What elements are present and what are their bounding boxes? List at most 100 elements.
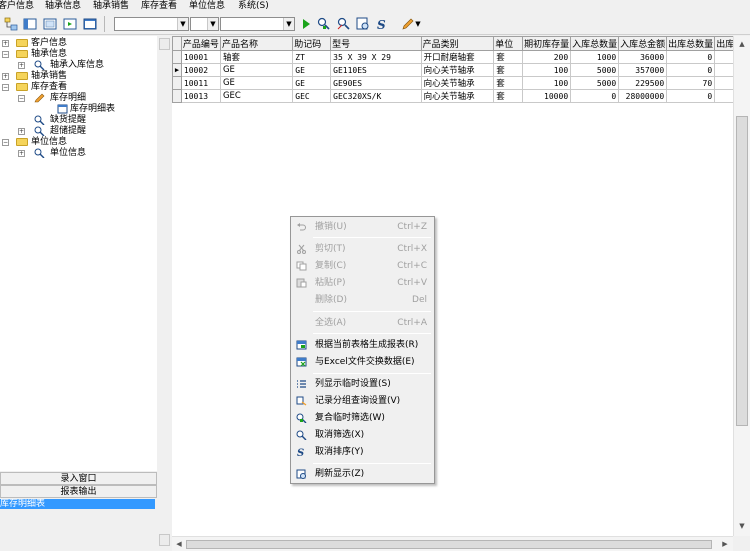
column-header[interactable]: 助记码: [292, 36, 332, 51]
scroll-left-arrow-icon[interactable]: ◀: [173, 538, 185, 550]
table-cell[interactable]: GE: [292, 63, 332, 77]
column-header[interactable]: 出库总数量: [666, 36, 716, 51]
menu-item-cancel-sort[interactable]: S 取消排序(Y): [293, 444, 433, 460]
table-cell[interactable]: 10011: [180, 76, 221, 90]
table-cell[interactable]: 5000: [570, 63, 620, 77]
column-header[interactable]: 产品名称: [219, 36, 294, 51]
table-row[interactable]: 10013 GEC GEC GEC320XS/K 向心关节轴承 套 10000 …: [172, 89, 750, 103]
table-cell[interactable]: 套: [493, 76, 524, 90]
collapse-icon[interactable]: −: [2, 84, 9, 91]
entry-window-button[interactable]: 录入窗口: [0, 472, 157, 485]
tree-node-customer-info[interactable]: + 客户信息: [0, 38, 157, 49]
composite-filter-button[interactable]: [316, 16, 332, 32]
menu-item-generate-report[interactable]: 根据当前表格生成报表(R): [293, 337, 433, 353]
table-cell[interactable]: 套: [493, 63, 524, 77]
table-cell[interactable]: 357000: [618, 63, 668, 77]
menu-item-excel-exchange[interactable]: 与Excel文件交换数据(E): [293, 354, 433, 370]
table-cell[interactable]: 5000: [570, 76, 620, 90]
table-cell[interactable]: 0: [666, 50, 716, 64]
column-header[interactable]: 入库总数量: [570, 36, 620, 51]
menu-item-group-query[interactable]: 记录分组查询设置(V): [293, 393, 433, 409]
row-indicator[interactable]: [172, 50, 182, 64]
image-view-button[interactable]: [62, 16, 78, 32]
table-row[interactable]: ▶ 10002 GE GE GE110ES 向心关节轴承 套 100 5000 …: [172, 63, 750, 77]
tree-node-stock-shortage[interactable]: 缺货提醒: [0, 115, 157, 126]
table-cell[interactable]: GEC320XS/K: [330, 89, 422, 103]
tree-node-unit-info[interactable]: − 单位信息: [0, 137, 157, 148]
table-cell[interactable]: 套: [493, 50, 524, 64]
report-output-button[interactable]: 报表输出: [0, 485, 157, 498]
scroll-down-button[interactable]: [159, 534, 170, 546]
tree-node-unit-info-child[interactable]: + 单位信息: [0, 148, 157, 159]
column-header[interactable]: 单位: [493, 36, 524, 51]
column-header[interactable]: 期初库存量: [522, 36, 572, 51]
vertical-scrollbar[interactable]: ▲ ▼: [733, 36, 750, 536]
tree-node-inventory-detail[interactable]: − 库存明细: [0, 93, 157, 104]
column-header[interactable]: 型号: [330, 36, 422, 51]
menu-item-column-display[interactable]: 列显示临时设置(S): [293, 376, 433, 392]
menu-item-select-all[interactable]: 全选(A) Ctrl+A: [293, 315, 433, 331]
cancel-filter-button[interactable]: [336, 16, 352, 32]
edit-dropdown-button[interactable]: ▼: [414, 16, 422, 32]
table-cell[interactable]: 229500: [618, 76, 668, 90]
table-cell[interactable]: 向心关节轴承: [420, 63, 495, 77]
table-cell[interactable]: 1000: [570, 50, 620, 64]
collapse-icon[interactable]: −: [18, 95, 25, 102]
scroll-down-arrow-icon[interactable]: ▼: [736, 520, 748, 532]
table-cell[interactable]: GE110ES: [330, 63, 422, 77]
collapse-icon[interactable]: −: [2, 51, 9, 58]
table-cell[interactable]: GE: [292, 76, 332, 90]
table-cell[interactable]: GEC: [292, 89, 332, 103]
table-cell[interactable]: GE90ES: [330, 76, 422, 90]
table-cell[interactable]: 10000: [522, 89, 572, 103]
table-cell[interactable]: 70: [666, 76, 716, 90]
menu-bearing-sales[interactable]: 轴承销售: [93, 0, 129, 13]
table-cell[interactable]: 套: [493, 89, 524, 103]
run-filter-button[interactable]: [298, 16, 314, 32]
tree-node-bearing-sales[interactable]: + 轴承销售: [0, 71, 157, 82]
table-cell[interactable]: 开口耐磨轴套: [420, 50, 495, 64]
tree-node-inventory[interactable]: − 库存查看: [0, 82, 157, 93]
row-indicator[interactable]: [172, 76, 182, 90]
table-cell[interactable]: GEC: [219, 89, 294, 103]
table-cell[interactable]: 35 X 39 X 29: [330, 50, 422, 64]
tree-view-button[interactable]: [3, 16, 19, 32]
scroll-up-arrow-icon[interactable]: ▲: [736, 38, 748, 50]
tree-node-bearing-inbound[interactable]: + 轴承入库信息: [0, 60, 157, 71]
expand-icon[interactable]: +: [2, 73, 9, 80]
menu-bearing-info[interactable]: 轴承信息: [45, 0, 81, 13]
table-cell[interactable]: GE: [219, 76, 294, 90]
current-row-icon[interactable]: ▶: [172, 63, 182, 77]
table-cell[interactable]: 10001: [180, 50, 221, 64]
table-cell[interactable]: 0: [666, 89, 716, 103]
table-cell[interactable]: 200: [522, 50, 572, 64]
expand-icon[interactable]: +: [18, 150, 25, 157]
pane-splitter[interactable]: [157, 36, 172, 551]
menu-system[interactable]: 系统(S): [238, 0, 269, 13]
menu-item-composite-filter[interactable]: 复合临时筛选(W): [293, 410, 433, 426]
table-cell[interactable]: GE: [219, 63, 294, 77]
table-cell[interactable]: 0: [570, 89, 620, 103]
tree-node-bearing-info[interactable]: − 轴承信息: [0, 49, 157, 60]
collapse-icon[interactable]: −: [2, 139, 9, 146]
table-cell[interactable]: 轴套: [219, 50, 294, 64]
filter-value-combo[interactable]: ▼: [220, 17, 295, 31]
table-row[interactable]: 10011 GE GE GE90ES 向心关节轴承 套 100 5000 229…: [172, 76, 750, 90]
menu-customer-info[interactable]: 客户信息: [0, 0, 34, 13]
column-header[interactable]: 入库总金额: [618, 36, 668, 51]
menu-item-copy[interactable]: 复制(C) Ctrl+C: [293, 258, 433, 274]
table-cell[interactable]: 100: [522, 63, 572, 77]
menu-item-cancel-filter[interactable]: 取消筛选(X): [293, 427, 433, 443]
form-button[interactable]: [42, 16, 58, 32]
menu-item-refresh[interactable]: 刷新显示(Z): [293, 466, 433, 482]
filter-operator-combo[interactable]: ▼: [190, 17, 219, 31]
menu-item-undo[interactable]: 撤销(U) Ctrl+Z: [293, 219, 433, 235]
table-cell[interactable]: 向心关节轴承: [420, 76, 495, 90]
table-cell[interactable]: 28000000: [618, 89, 668, 103]
table-row[interactable]: 10001 轴套 ZT 35 X 39 X 29 开口耐磨轴套 套 200 10…: [172, 50, 750, 64]
tree-node-inventory-detail-table[interactable]: 库存明细表: [0, 104, 157, 115]
table-cell[interactable]: 向心关节轴承: [420, 89, 495, 103]
table-cell[interactable]: 10002: [180, 63, 221, 77]
menu-item-paste[interactable]: 粘贴(P) Ctrl+V: [293, 275, 433, 291]
row-indicator[interactable]: [172, 89, 182, 103]
